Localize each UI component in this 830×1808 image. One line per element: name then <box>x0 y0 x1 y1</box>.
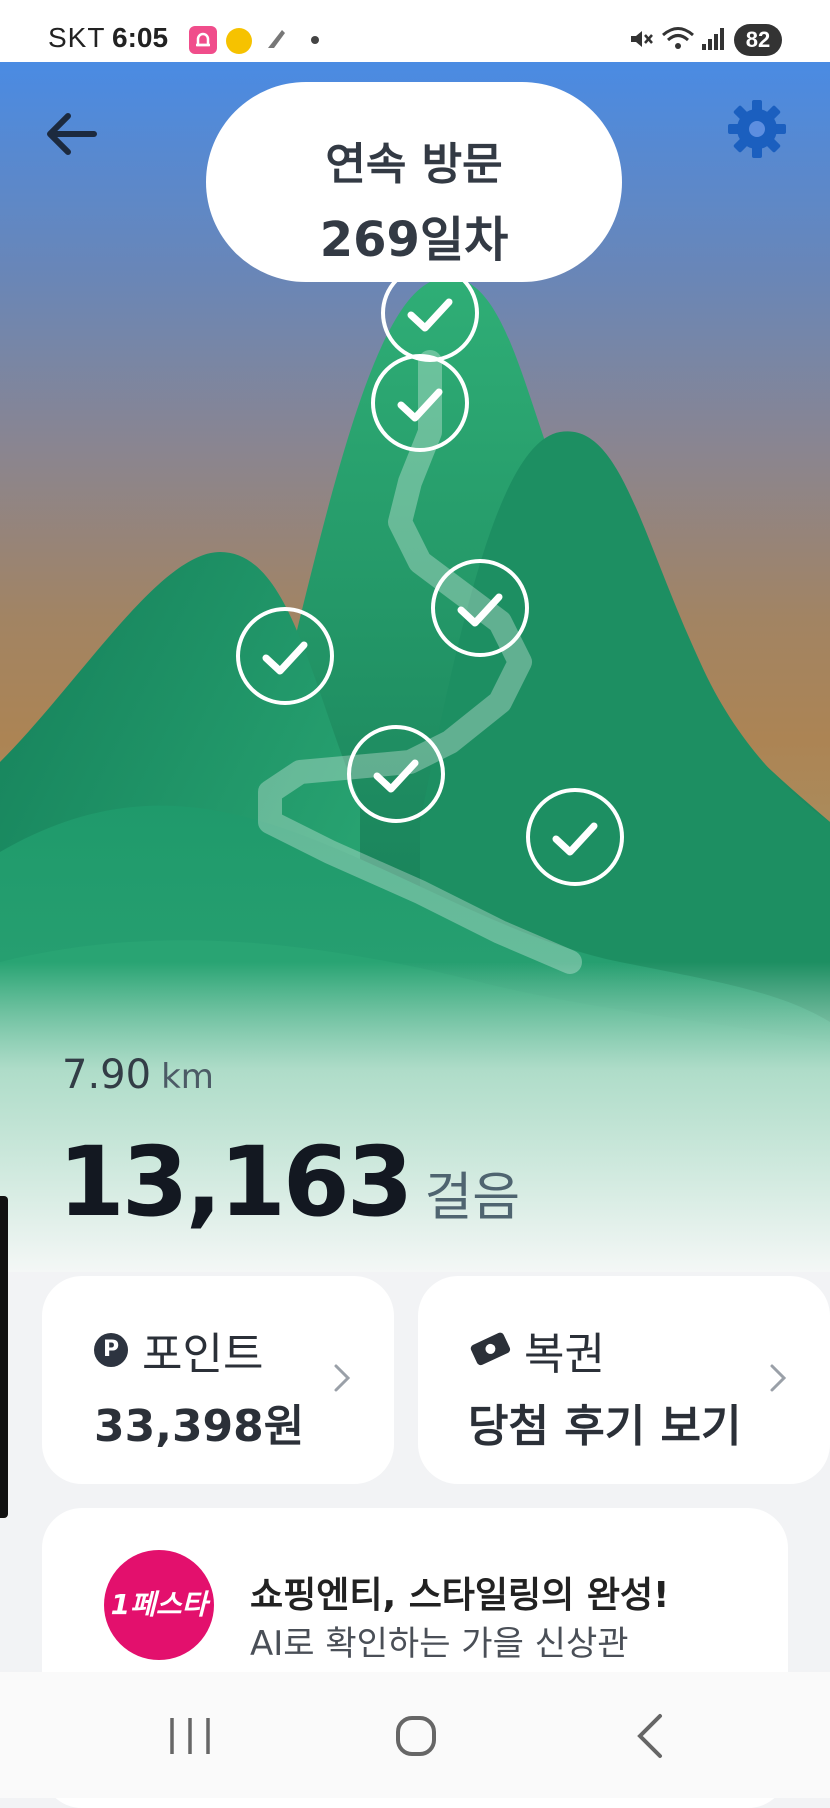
carrier-label: SKT <box>48 22 106 53</box>
steps-readout: 13,163 걸음 <box>58 1126 520 1238</box>
banner-title: 쇼핑엔티, 스타일링의 완성! <box>250 1575 670 1616</box>
wifi-icon <box>660 24 696 54</box>
recent-apps-button[interactable] <box>160 1706 220 1766</box>
festa-logo: 1페스타 <box>104 1550 214 1660</box>
steps-unit: 걸음 <box>424 1168 521 1228</box>
point-p-icon: P <box>94 1333 128 1367</box>
hero-mountain-section: 연속 방문 269일차 7.90 km 13,163 걸음 <box>0 62 830 1272</box>
coin-icon <box>226 28 252 54</box>
back-nav-button[interactable] <box>622 1706 682 1766</box>
recent-apps-icon <box>170 1718 210 1754</box>
status-bar: SKT 6:05 82 <box>0 0 830 62</box>
streak-badge: 연속 방문 269일차 <box>206 82 622 282</box>
chevron-right-icon <box>334 1364 351 1392</box>
lottery-value: 당첨 후기 보기 <box>468 1401 742 1452</box>
dot-icon <box>311 36 319 44</box>
home-button[interactable] <box>386 1706 446 1766</box>
banner-subtitle: AI로 확인하는 가을 신상관 <box>250 1624 629 1664</box>
lottery-card[interactable]: 복권 당첨 후기 보기 <box>418 1276 830 1484</box>
home-icon <box>396 1716 436 1756</box>
distance-unit: km <box>161 1057 214 1097</box>
points-card[interactable]: P 포인트 33,398원 <box>42 1276 394 1484</box>
distance-value: 7.90 <box>62 1052 152 1098</box>
mute-icon <box>628 26 654 52</box>
chevron-right-icon <box>770 1364 787 1392</box>
points-value: 33,398원 <box>94 1401 305 1452</box>
steps-value: 13,163 <box>58 1126 413 1238</box>
ticket-icon <box>468 1328 512 1372</box>
shoe-icon <box>262 26 288 52</box>
streak-value: 269일차 <box>319 212 509 268</box>
streak-label: 연속 방문 <box>325 139 503 190</box>
bell-notification-icon <box>189 26 217 54</box>
edge-panel-handle[interactable] <box>0 1196 8 1518</box>
settings-button[interactable] <box>726 98 788 160</box>
back-chevron-icon <box>637 1714 662 1758</box>
arrow-left-icon <box>47 113 97 155</box>
back-button[interactable] <box>42 106 102 162</box>
points-title: 포인트 <box>142 1329 264 1380</box>
system-nav-bar <box>0 1672 830 1798</box>
lottery-title: 복권 <box>524 1329 605 1380</box>
signal-icon <box>700 26 726 52</box>
distance-readout: 7.90 km <box>62 1052 214 1098</box>
gear-icon <box>728 100 786 158</box>
clock: 6:05 <box>112 22 169 53</box>
battery-icon: 82 <box>734 24 782 56</box>
